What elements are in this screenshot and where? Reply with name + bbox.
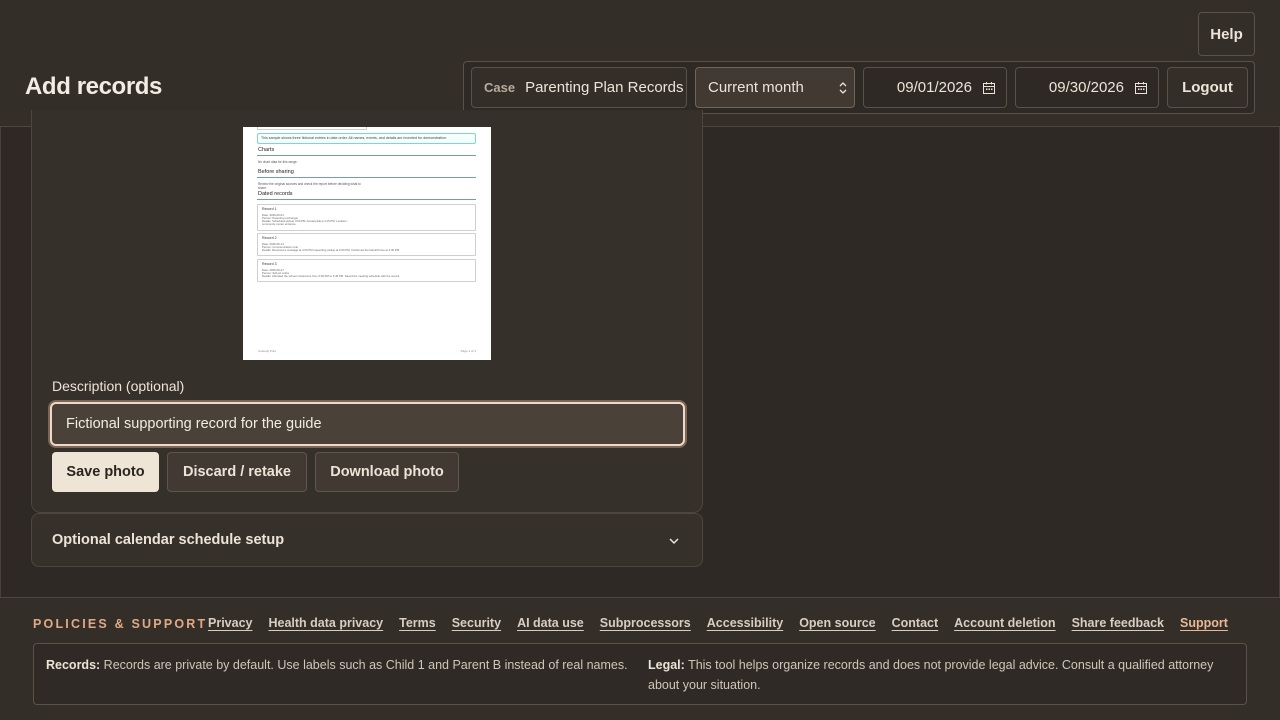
preview-before-text-2: share.	[258, 186, 267, 190]
preview-records-heading: Dated records	[258, 191, 293, 197]
description-input[interactable]: Fictional supporting record for the guid…	[50, 402, 685, 446]
start-date-value: 09/01/2026	[896, 79, 972, 96]
footer-link-health-data-privacy[interactable]: Health data privacy	[268, 616, 383, 630]
preview-record-line: Details: Received a message at 4:00 PM r…	[262, 248, 400, 252]
date-range-select[interactable]: Current month	[695, 67, 855, 108]
page-title: Add records	[25, 73, 162, 100]
footer-link-accessibility[interactable]: Accessibility	[707, 616, 783, 630]
preview-record-line: community center entrance.	[262, 222, 297, 226]
preview-rule	[257, 155, 476, 156]
preview-record-title: Record 1	[262, 207, 277, 211]
footer-link-share-feedback[interactable]: Share feedback	[1072, 616, 1164, 630]
legal-notice: Legal: This tool helps organize records …	[648, 655, 1238, 695]
logout-button[interactable]: Logout	[1167, 67, 1248, 108]
records-notice: Records: Records are private by default.…	[46, 655, 636, 675]
preview-charts-text: No chart data for this range.	[258, 160, 298, 164]
preview-before-heading: Before sharing	[258, 169, 294, 175]
preview-record: Record 3 Date: 2026-09-27 Person: School…	[257, 259, 476, 282]
start-date-input[interactable]: 09/01/2026	[863, 67, 1007, 108]
preview-before-text: Review the original sources and check th…	[258, 182, 361, 186]
preview-record-title: Record 2	[262, 236, 277, 240]
preview-footer-left: Custody Print	[258, 349, 277, 353]
preview-record-title: Record 3	[262, 262, 277, 266]
chevron-down-icon	[669, 538, 679, 545]
preview-record-line: Details: Attended the school conference …	[262, 274, 400, 278]
legal-notice-label: Legal:	[648, 658, 685, 672]
download-photo-button[interactable]: Download photo	[315, 452, 459, 492]
footer-link-terms[interactable]: Terms	[399, 616, 436, 630]
case-label: Case	[484, 80, 516, 95]
description-label: Description (optional)	[52, 378, 185, 394]
chevron-updown-icon	[839, 82, 847, 94]
preview-note: This sample shows three fictional entrie…	[257, 133, 476, 144]
footer-links: Privacy Health data privacy Terms Securi…	[208, 616, 1228, 630]
preview-charts-heading: Charts	[258, 147, 275, 153]
footer-link-account-deletion[interactable]: Account deletion	[954, 616, 1055, 630]
records-notice-label: Records:	[46, 658, 101, 672]
page-footer: POLICIES & SUPPORT Privacy Health data p…	[0, 597, 1280, 720]
help-button[interactable]: Help	[1198, 12, 1255, 56]
calendar-icon[interactable]	[982, 81, 996, 95]
photo-preview: This sample shows three fictional entrie…	[243, 127, 491, 360]
footer-link-ai-data-use[interactable]: AI data use	[517, 616, 584, 630]
case-selector[interactable]: Case Parenting Plan Records	[471, 67, 687, 108]
preview-top-strip	[257, 127, 367, 130]
save-photo-button[interactable]: Save photo	[52, 452, 159, 492]
footer-link-open-source[interactable]: Open source	[799, 616, 875, 630]
preview-rule	[257, 177, 476, 178]
notice-box: Records: Records are private by default.…	[33, 643, 1247, 705]
top-header: Help Add records Case Parenting Plan Rec…	[0, 0, 1280, 127]
date-range-value: Current month	[708, 79, 804, 96]
discard-retake-button[interactable]: Discard / retake	[167, 452, 307, 492]
case-value: Parenting Plan Records	[525, 79, 684, 96]
preview-footer-right: Page 1 of 1	[460, 349, 476, 353]
footer-link-subprocessors[interactable]: Subprocessors	[600, 616, 691, 630]
policies-title: POLICIES & SUPPORT	[33, 617, 208, 631]
footer-link-support[interactable]: Support	[1180, 616, 1228, 630]
preview-record: Record 1 Date: 2026-09-01 Person: Parent…	[257, 204, 476, 231]
legal-notice-text: This tool helps organize records and doe…	[648, 658, 1214, 692]
footer-link-contact[interactable]: Contact	[892, 616, 939, 630]
calendar-schedule-accordion[interactable]: Optional calendar schedule setup	[31, 513, 703, 567]
end-date-value: 09/30/2026	[1048, 79, 1124, 96]
end-date-input[interactable]: 09/30/2026	[1015, 67, 1159, 108]
footer-link-privacy[interactable]: Privacy	[208, 616, 252, 630]
calendar-icon[interactable]	[1134, 81, 1148, 95]
records-notice-text: Records are private by default. Use labe…	[103, 658, 628, 672]
footer-link-security[interactable]: Security	[452, 616, 501, 630]
accordion-label: Optional calendar schedule setup	[52, 532, 285, 548]
preview-rule	[257, 199, 476, 200]
preview-record: Record 2 Date: 2026-09-14 Person: Commun…	[257, 233, 476, 256]
